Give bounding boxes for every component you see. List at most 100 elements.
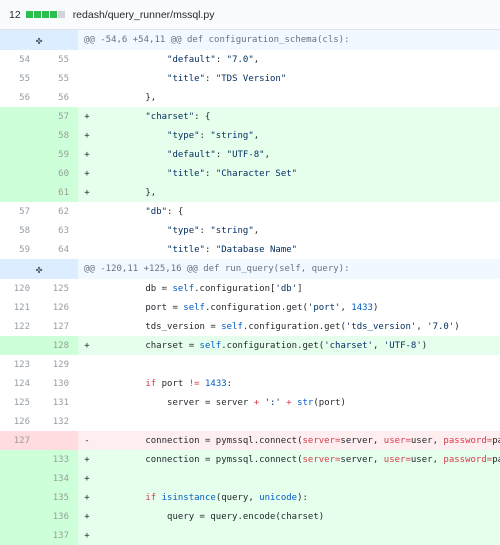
new-line-number[interactable]: 137 [39,526,78,545]
diff-sign [78,202,96,221]
context-line: 57 62 "db": { [0,202,500,221]
diff-table: ✤ @@ -54,6 +54,11 @@ def configuration_sc… [0,30,500,545]
added-line: 57 + "charset": { [0,107,500,126]
old-line-number[interactable] [0,145,39,164]
old-line-number[interactable]: 59 [0,240,39,259]
diff-sign: + [78,145,96,164]
new-line-number[interactable]: 132 [39,412,78,431]
code-line: charset = self.configuration.get('charse… [96,336,500,355]
new-line-number[interactable]: 60 [39,164,78,183]
diff-sign [78,298,96,317]
new-line-number[interactable]: 136 [39,507,78,526]
old-line-number[interactable]: 124 [0,374,39,393]
context-line: 120 125 db = self.configuration['db'] [0,279,500,298]
new-line-number[interactable]: 58 [39,126,78,145]
new-line-number[interactable] [39,431,78,450]
diff-sign: + [78,126,96,145]
code-line [96,355,500,374]
old-line-number[interactable] [0,507,39,526]
code-line: "default": "7.0", [167,54,260,65]
added-line: 136 + query = query.encode(charset) [0,507,500,526]
context-line: 59 64 "title": "Database Name" [0,240,500,259]
expand-icon[interactable]: ✤ [0,259,78,279]
new-line-number[interactable]: 62 [39,202,78,221]
old-line-number[interactable] [0,526,39,545]
old-line-number[interactable]: 54 [0,50,39,69]
old-line-number[interactable]: 55 [0,69,39,88]
old-line-number[interactable]: 56 [0,88,39,107]
file-path[interactable]: redash/query_runner/mssql.py [73,9,215,21]
new-line-number[interactable]: 130 [39,374,78,393]
diff-sign [78,317,96,336]
diff-sign [78,88,96,107]
old-line-number[interactable] [0,336,39,355]
old-line-number[interactable] [0,164,39,183]
new-line-number[interactable]: 59 [39,145,78,164]
old-line-number[interactable]: 58 [0,221,39,240]
diff-sign: + [78,183,96,202]
new-line-number[interactable]: 64 [39,240,78,259]
code-line: "type": "string", [96,126,500,145]
old-line-number[interactable] [0,450,39,469]
code-line: "title": "Database Name" [167,244,298,255]
diff-stat-bar [25,11,65,18]
added-line: 133 + connection = pymssql.connect(server… [0,450,500,469]
added-line: 135 + if isinstance(query, unicode): [0,488,500,507]
change-count: 12 [9,8,21,21]
diff-sign [78,69,96,88]
code-line [96,469,500,488]
diff-sign: + [78,469,96,488]
expand-icon[interactable]: ✤ [0,30,78,50]
new-line-number[interactable]: 127 [39,317,78,336]
new-line-number[interactable]: 126 [39,298,78,317]
context-line: 58 63 "type": "string", [0,221,500,240]
old-line-number[interactable] [0,469,39,488]
old-line-number[interactable]: 122 [0,317,39,336]
new-line-number[interactable]: 133 [39,450,78,469]
new-line-number[interactable]: 55 [39,50,78,69]
file-header: 12 redash/query_runner/mssql.py [0,0,500,30]
deleted-line: 127 - connection = pymssql.connect(server… [0,431,500,450]
old-line-number[interactable]: 125 [0,393,39,412]
new-line-number[interactable]: 129 [39,355,78,374]
new-line-number[interactable]: 131 [39,393,78,412]
old-line-number[interactable]: 57 [0,202,39,221]
context-line: 125 131 server = server + ':' + str(port) [0,393,500,412]
added-line: 58 + "type": "string", [0,126,500,145]
new-line-number[interactable]: 63 [39,221,78,240]
diff-stat-block [49,11,57,18]
code-line: "title": "Character Set" [96,164,500,183]
hunk-header-text: @@ -120,11 +125,16 @@ def run_query(self… [78,259,500,279]
old-line-number[interactable] [0,107,39,126]
new-line-number[interactable]: 57 [39,107,78,126]
context-line: 126 132 [0,412,500,431]
context-line: 54 55 "default": "7.0", [0,50,500,69]
diff-sign: + [78,336,96,355]
new-line-number[interactable]: 134 [39,469,78,488]
code-line: if isinstance(query, unicode): [96,488,500,507]
context-line: 121 126 port = self.configuration.get('po… [0,298,500,317]
old-line-number[interactable] [0,126,39,145]
old-line-number[interactable] [0,488,39,507]
old-line-number[interactable] [0,183,39,202]
code-line [96,412,500,431]
context-line: 124 130 if port != 1433: [0,374,500,393]
new-line-number[interactable]: 128 [39,336,78,355]
diff-sign [78,279,96,298]
old-line-number[interactable]: 121 [0,298,39,317]
old-line-number[interactable]: 126 [0,412,39,431]
code-line: connection = pymssql.connect(server=serv… [96,450,500,469]
new-line-number[interactable]: 135 [39,488,78,507]
new-line-number[interactable]: 125 [39,279,78,298]
old-line-number[interactable]: 123 [0,355,39,374]
new-line-number[interactable]: 55 [39,69,78,88]
diff-stat-block [33,11,41,18]
code-line: }, [96,183,500,202]
hunk-header: ✤ @@ -54,6 +54,11 @@ def configuration_sc… [0,30,500,50]
old-line-number[interactable]: 127 [0,431,39,450]
diff-sign [78,393,96,412]
diff-sign [78,374,96,393]
new-line-number[interactable]: 56 [39,88,78,107]
old-line-number[interactable]: 120 [0,279,39,298]
new-line-number[interactable]: 61 [39,183,78,202]
